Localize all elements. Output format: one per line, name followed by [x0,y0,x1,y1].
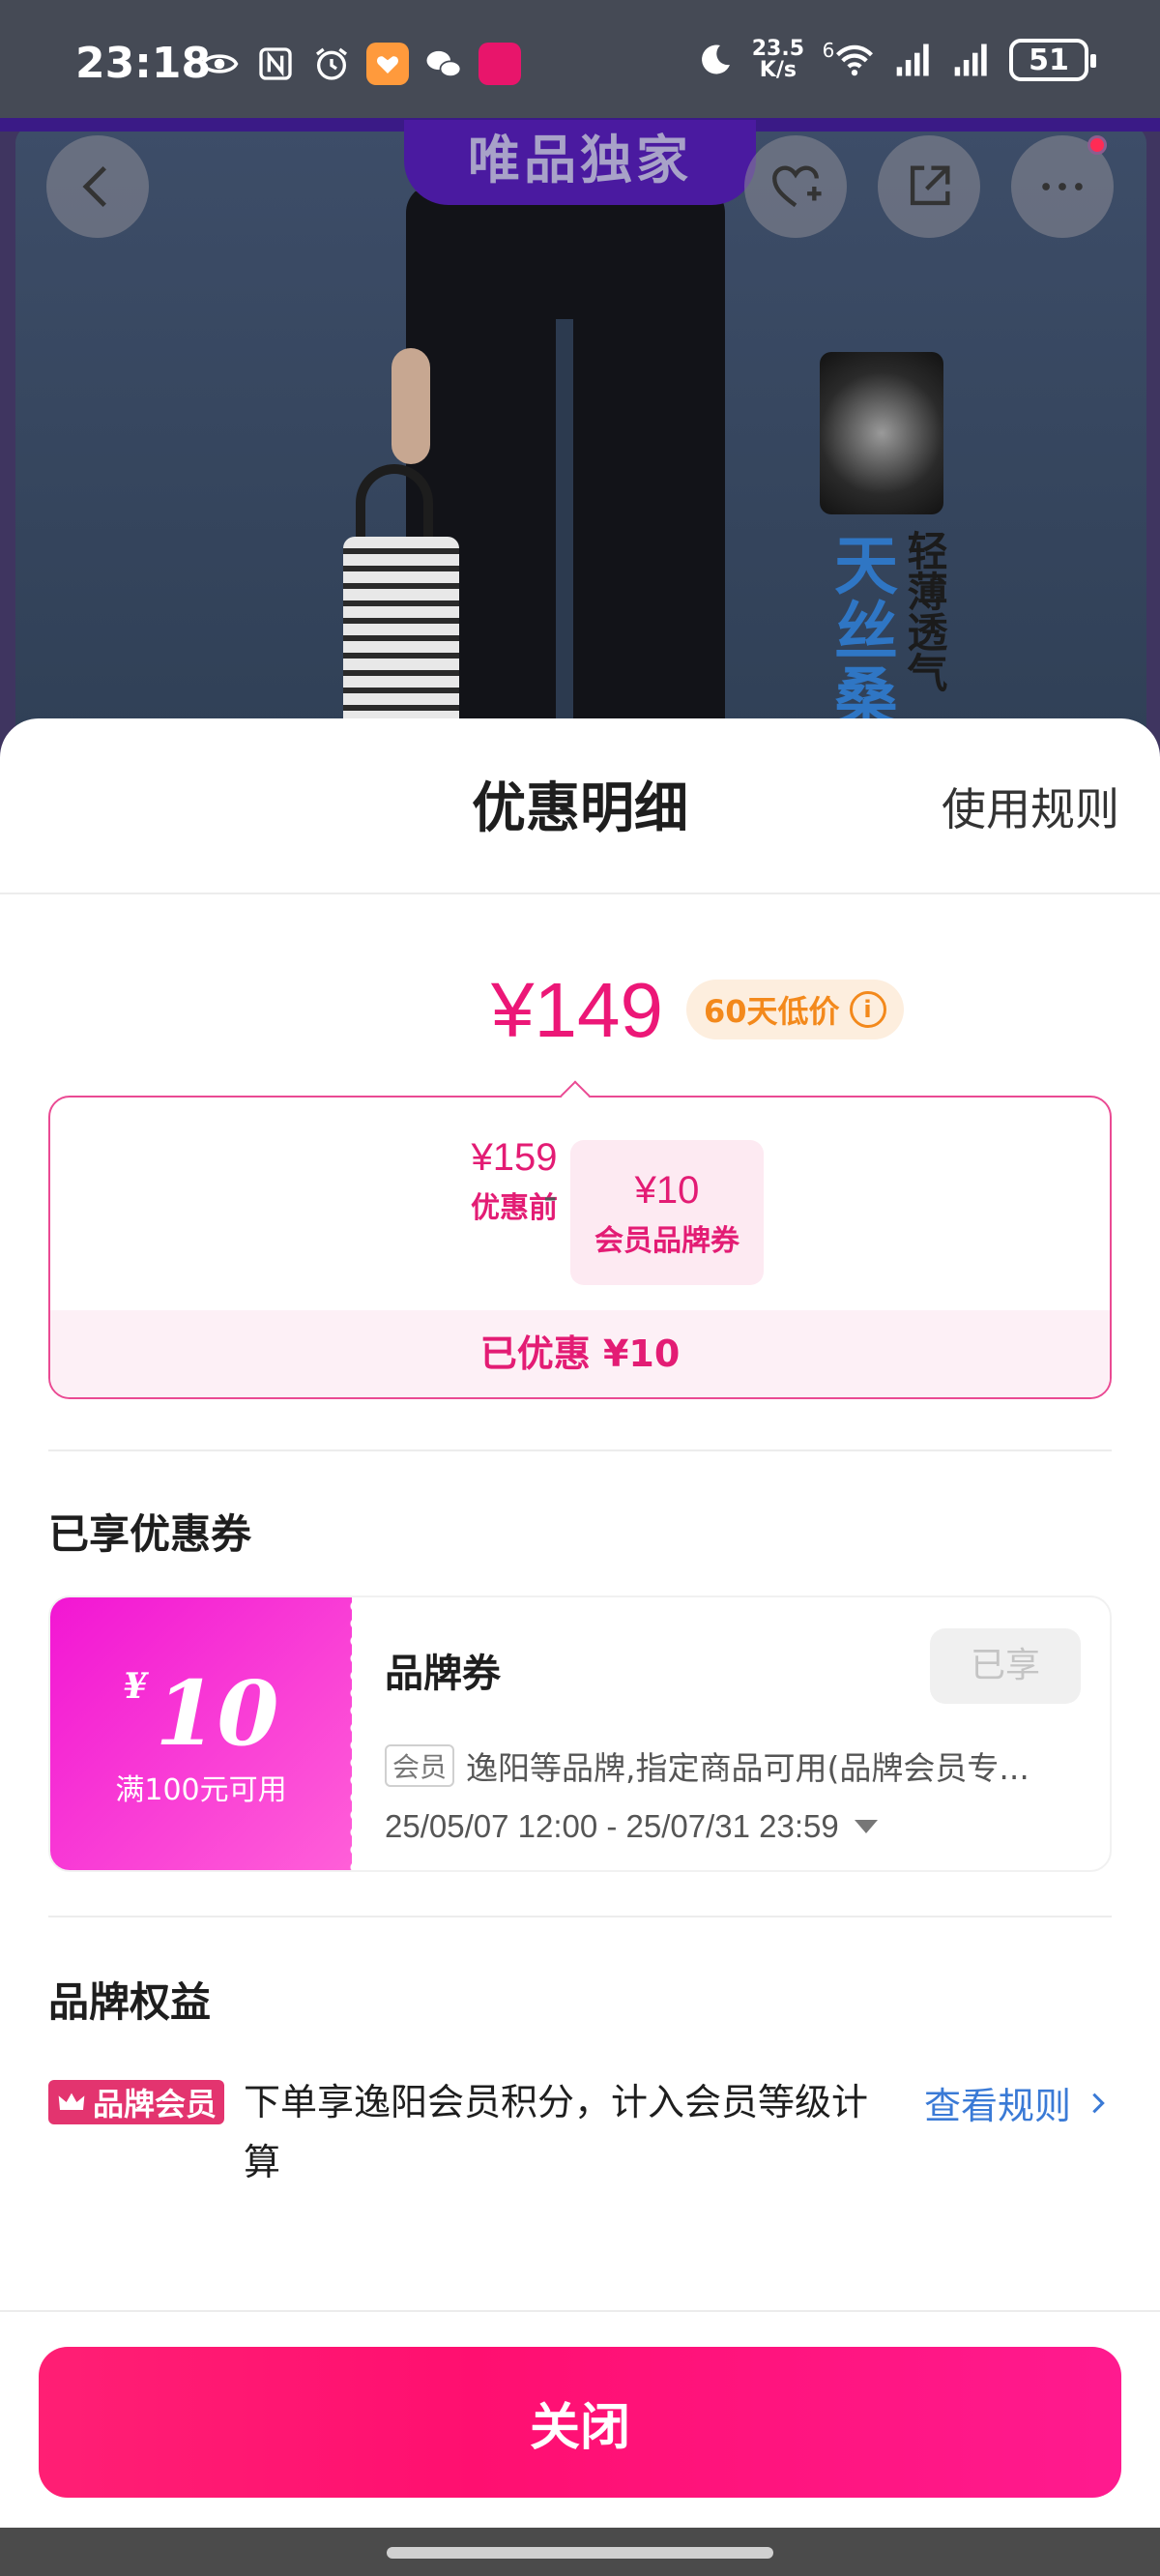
wechat-icon [422,43,465,85]
heart-plus-icon [772,165,822,208]
share-icon [910,165,950,206]
coupon-name: 品牌券 [385,1652,501,1696]
status-time: 23:18 [75,39,212,88]
favorite-button[interactable] [744,135,847,238]
coupon-status-badge: 已享 [930,1628,1081,1704]
moon-icon [694,39,737,81]
status-icons-right: 23.5 K/s 6 51 [694,39,1096,81]
price-breakdown: ¥159 优惠前 - ¥10 会员品牌券 已优惠 ¥10 [48,1096,1112,1399]
coupons-section-title: 已享优惠券 [48,1510,252,1558]
net-speed-unit: K/s [759,58,797,82]
caret-down-icon[interactable] [854,1820,878,1833]
coupon-amount: ¥10 [50,1661,352,1766]
more-dots-icon [1042,183,1083,190]
section-divider-1 [48,1449,1112,1451]
wifi-label: 6 [822,39,835,62]
member-coupon-item: ¥10 会员品牌券 [570,1140,764,1285]
brand-member-badge: 品牌会员 [48,2080,225,2124]
coupon-amount-value: 10 [155,1661,279,1766]
low-price-pill[interactable]: 60天低价 i [686,980,904,1039]
member-tag: 会员 [385,1744,455,1787]
coupon-desc-text: 逸阳等品牌,指定商品可用(品牌会员专... [466,1749,1030,1787]
crown-icon [58,2093,85,2110]
exclusive-banner-text: 唯品独家 [468,130,692,190]
footer-divider [0,2310,1160,2312]
view-rules-text: 查看规则 [923,2085,1071,2127]
model-hand [392,348,430,464]
app-pink-icon [478,43,521,85]
back-button[interactable] [46,135,149,238]
minus-sign: - [543,1175,558,1219]
alarm-icon [310,43,353,85]
coupon-validity-text: 25/05/07 12:00 - 25/07/31 23:59 [385,1808,839,1844]
eye-icon [198,43,241,85]
signal-icon-2 [951,39,994,81]
saved-amount: 已优惠 ¥10 [50,1310,1110,1397]
handbag [343,537,459,749]
coupon-description: 会员 逸阳等品牌,指定商品可用(品牌会员专... [385,1742,1090,1789]
coupon-card[interactable]: ¥10 满100元可用 品牌券 已享 会员 逸阳等品牌,指定商品可用(品牌会员专… [48,1595,1112,1872]
coupon-value-panel: ¥10 满100元可用 [50,1597,352,1870]
coupon-perforation [344,1597,356,1870]
status-icons-left [198,43,521,85]
net-speed: 23.5 K/s [752,39,804,81]
fabric-subtext: 轻薄透气 [901,530,948,692]
price-row: ¥149 60天低价 i [0,966,1160,1053]
info-icon[interactable]: i [849,991,886,1028]
close-button[interactable]: 关闭 [39,2347,1121,2498]
notification-dot [1088,135,1107,155]
status-bar: 23:18 23.5 K/s 6 51 [0,0,1160,118]
battery-icon: 51 [1009,39,1096,81]
share-button[interactable] [878,135,980,238]
member-coupon-label: 会员品牌券 [594,1224,740,1258]
usage-rules-link[interactable]: 使用规则 [942,775,1119,838]
coupon-currency: ¥ [123,1666,148,1707]
coupon-validity[interactable]: 25/05/07 12:00 - 25/07/31 23:59 [385,1808,878,1845]
header-divider [0,893,1160,894]
benefit-description: 下单享逸阳会员积分，计入会员等级计算 [244,2081,869,2183]
final-price: ¥149 [491,967,663,1053]
chevron-left-icon [82,165,106,208]
coupon-condition: 满100元可用 [115,1773,287,1807]
member-coupon-value: ¥10 [634,1169,700,1212]
chevron-right-icon [1092,2093,1105,2113]
nfc-icon [254,43,297,85]
low-price-text: 60天低价 [704,993,840,1030]
battery-level: 51 [1029,43,1069,77]
benefits-section-title: 品牌权益 [48,1978,212,2026]
net-speed-value: 23.5 [751,37,804,61]
fabric-thumbnail [820,352,943,514]
gesture-bar [0,2528,1160,2576]
exclusive-banner: 唯品独家 [404,120,756,205]
discount-detail-sheet: 优惠明细 使用规则 ¥149 60天低价 i ¥159 优惠前 - ¥10 会员… [0,718,1160,2529]
brand-member-badge-text: 品牌会员 [93,2086,218,2122]
home-indicator[interactable] [387,2547,773,2559]
view-rules-link[interactable]: 查看规则 [924,2076,1112,2129]
app-orange-icon [366,43,409,85]
signal-icon [893,39,936,81]
section-divider-2 [48,1916,1112,1917]
fabric-text: 天丝桑 [824,532,898,729]
wifi-icon: 6 [820,39,878,81]
